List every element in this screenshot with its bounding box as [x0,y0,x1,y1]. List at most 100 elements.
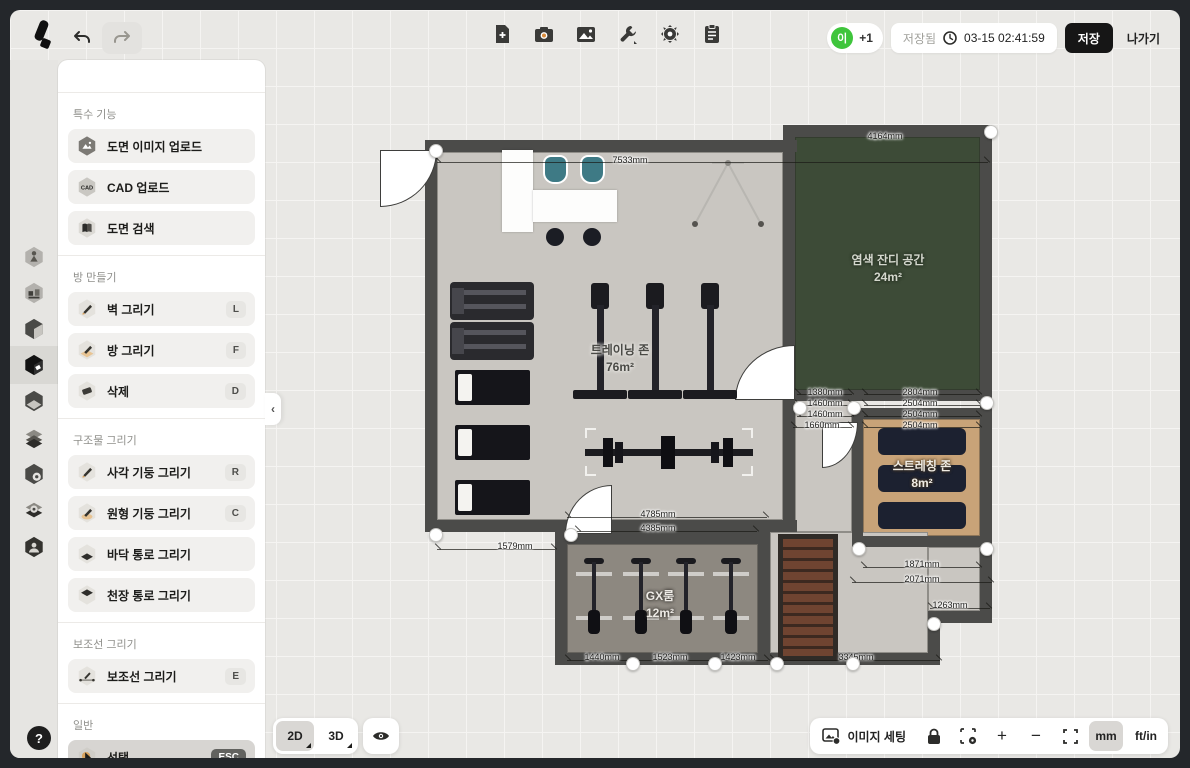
layers-icon[interactable] [23,427,45,449]
vertex-handle[interactable] [429,528,443,542]
vertex-handle[interactable] [847,401,861,415]
bench[interactable] [455,370,530,405]
wall[interactable] [783,125,795,532]
upload-plan-image-button[interactable]: 도면 이미지 업로드 [68,129,255,163]
vertex-handle[interactable] [846,657,860,671]
weight-machine[interactable] [450,322,534,360]
wall[interactable] [425,140,797,152]
spin-bike[interactable] [576,558,612,644]
wall[interactable] [980,408,992,547]
divider [58,418,265,419]
vertex-handle[interactable] [852,542,866,556]
vertex-handle[interactable] [429,144,443,158]
vertex-handle[interactable] [793,401,807,415]
mode-2d-button[interactable]: 2D [276,721,314,751]
spin-bike[interactable] [713,558,749,644]
mode-3d-button[interactable]: 3D [317,721,355,751]
help-button[interactable]: ? [27,726,51,750]
collaborators-pill[interactable]: 이 +1 [827,23,883,53]
plan-search-button[interactable]: 도면 검색 [68,211,255,245]
draw-room-button[interactable]: 방 그리기 F [68,333,255,367]
stretch-mat[interactable] [878,502,966,529]
task-list-button[interactable] [696,20,728,48]
room-open-icon[interactable] [23,390,45,412]
draw-guideline-button[interactable]: 보조선 그리기 E [68,659,255,693]
wall[interactable] [555,532,567,665]
wall[interactable] [852,536,992,547]
reception-desk[interactable] [533,190,617,222]
render-image-button[interactable] [570,20,602,48]
squat-stand[interactable] [683,275,737,405]
profile-icon[interactable] [23,536,45,558]
stool[interactable] [546,228,564,246]
unit-ftin-button[interactable]: ft/in [1127,721,1165,751]
draw-round-column-button[interactable]: 원형 기둥 그리기 C [68,496,255,530]
draw-floor-opening-button[interactable]: 바닥 통로 그리기 [68,537,255,571]
tools-button[interactable] [612,20,644,48]
save-button[interactable]: 저장 [1065,23,1113,53]
furniture-icon[interactable] [23,282,45,304]
bench[interactable] [455,480,530,515]
undo-button[interactable] [66,24,98,52]
draw-ceiling-opening-button[interactable]: 천장 통로 그리기 [68,578,255,612]
draw-wall-button[interactable]: 벽 그리기 L [68,292,255,326]
section-title: 구조물 그리기 [73,432,250,448]
zoom-in-button[interactable]: + [987,721,1017,751]
weight-machine[interactable] [450,282,534,320]
new-file-button[interactable] [486,20,518,48]
chair[interactable] [545,157,566,182]
screenshot-button[interactable] [528,20,560,48]
zone-label-stretching: 스트레칭 존8m² [872,458,972,492]
layers-gear-icon[interactable] [23,500,45,522]
barbell-rack[interactable] [585,428,753,476]
vertex-handle[interactable] [626,657,640,671]
cable-crossover-machine[interactable] [682,156,774,234]
settings-button[interactable] [654,20,686,48]
vertex-handle[interactable] [770,657,784,671]
exit-button[interactable]: 나가기 [1121,30,1166,47]
cad-upload-button[interactable]: CAD CAD 업로드 [68,170,255,204]
section-title: 일반 [73,717,250,733]
room-box-icon[interactable] [23,318,45,340]
app-logo[interactable] [28,19,54,49]
marquee-gear-icon [960,728,977,745]
chair[interactable] [582,157,603,182]
mannequin-icon[interactable] [23,246,45,268]
stool[interactable] [583,228,601,246]
save-status-pill: 저장됨 03-15 02:41:59 [891,23,1057,53]
squat-stand[interactable] [628,275,682,405]
panel-collapse-button[interactable]: ‹ [265,393,281,425]
lock-button[interactable] [919,721,949,751]
vertex-handle[interactable] [564,528,578,542]
wrench-icon [618,24,638,44]
draw-square-column-button[interactable]: 사각 기둥 그리기 R [68,455,255,489]
bench[interactable] [455,425,530,460]
redo-button[interactable] [102,22,142,54]
wall[interactable] [758,532,770,665]
dimension-label: 2804mm [902,387,937,397]
vertex-handle[interactable] [927,617,941,631]
guideline-icon [76,665,98,687]
selection-settings-button[interactable] [953,721,983,751]
squat-stand[interactable] [573,275,627,405]
shortcut-badge: D [225,383,246,400]
unit-mm-button[interactable]: mm [1089,721,1123,751]
zoom-out-button[interactable]: − [1021,721,1051,751]
vertex-handle[interactable] [708,657,722,671]
vertex-handle[interactable] [980,396,994,410]
stairs[interactable] [778,534,838,661]
select-tool-button[interactable]: 선택 ESC [68,740,255,758]
vertex-handle[interactable] [984,125,998,139]
wall[interactable] [425,140,437,532]
wall[interactable] [980,125,992,414]
fullscreen-button[interactable] [1055,721,1085,751]
section-title: 방 만들기 [73,269,250,285]
hexagon-gear-icon[interactable] [23,463,45,485]
vertex-handle[interactable] [980,542,994,556]
image-settings-button[interactable]: 이미지 세팅 [813,721,915,751]
floorplan-tool-icon[interactable] [23,354,45,376]
visibility-button[interactable] [366,721,396,751]
stretch-mat[interactable] [878,428,966,455]
shortcut-badge: L [226,301,246,318]
delete-button[interactable]: 삭제 D [68,374,255,408]
